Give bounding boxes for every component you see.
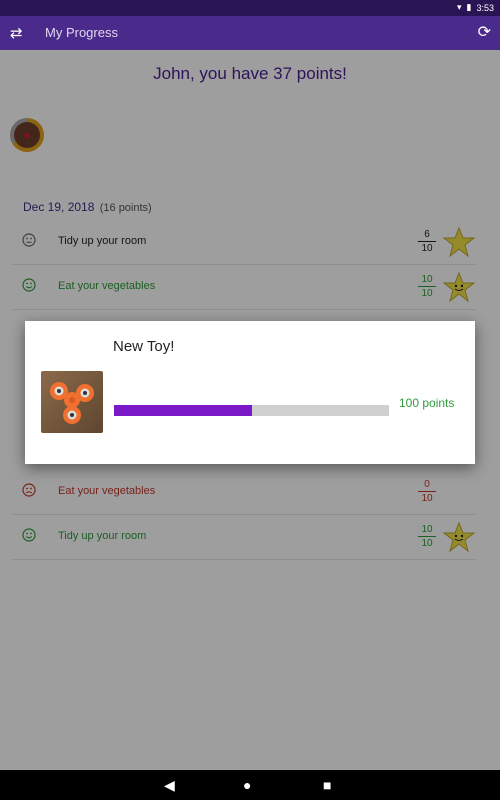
reward-dialog: New Toy! 100 points bbox=[25, 321, 475, 464]
reward-progress-bar bbox=[114, 405, 389, 416]
home-icon[interactable]: ● bbox=[243, 777, 251, 793]
reward-points: 100 points bbox=[399, 396, 455, 410]
fidget-spinner-icon bbox=[50, 382, 94, 424]
recents-icon[interactable]: ■ bbox=[323, 777, 331, 793]
swap-icon[interactable]: ⇄ bbox=[10, 24, 23, 42]
back-icon[interactable]: ◀ bbox=[164, 777, 175, 794]
wifi-icon: ▾ bbox=[456, 2, 462, 12]
reward-progress-fill bbox=[114, 405, 252, 416]
app-bar: ⇄ My Progress ⟳ bbox=[0, 16, 500, 50]
battery-icon: ▮ bbox=[466, 2, 472, 12]
refresh-icon[interactable]: ⟳ bbox=[478, 22, 491, 42]
navigation-bar: ◀ ● ■ bbox=[0, 770, 500, 800]
fidget-spinner-image bbox=[41, 371, 103, 433]
page-title: My Progress bbox=[45, 25, 118, 40]
dialog-title: New Toy! bbox=[113, 338, 175, 355]
status-bar: ▾ ▮ 3:53 bbox=[0, 0, 500, 16]
status-time: 3:53 bbox=[476, 2, 494, 13]
